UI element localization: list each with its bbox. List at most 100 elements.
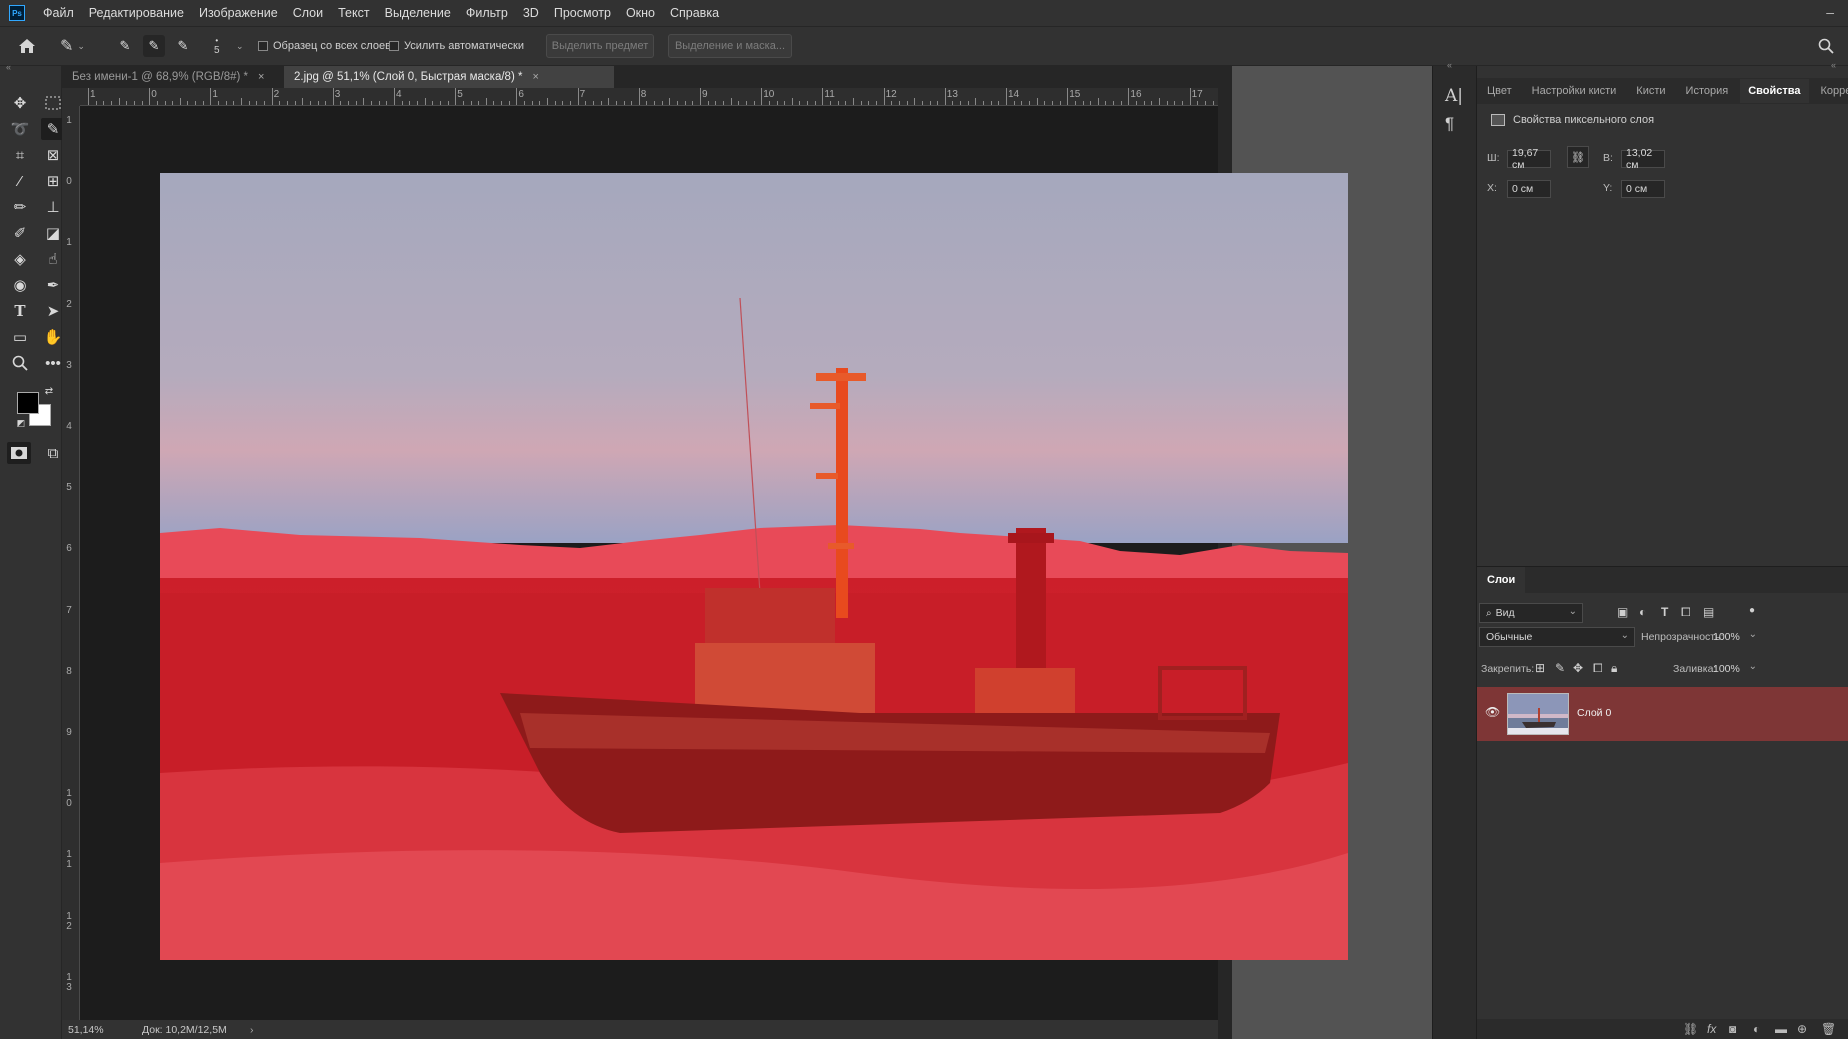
menu-text[interactable]: Текст [338,6,369,20]
history-brush-tool-icon[interactable]: ✐ [8,222,32,244]
y-label: Y: [1603,182,1613,194]
type-tool-icon[interactable]: T [8,300,32,322]
lock-image-pixels-icon[interactable]: ✎ [1555,661,1565,675]
menu-file[interactable]: Файл [43,6,74,20]
fill-field[interactable]: 100% ⌄ [1711,659,1757,679]
new-group-icon[interactable]: ▬ [1775,1022,1787,1036]
tab-brush-settings[interactable]: Настройки кисти [1532,85,1617,97]
ruler-tick [149,88,151,105]
paint-bucket-tool-icon[interactable]: ◈ [8,248,32,270]
ruler-minor-tick [179,98,181,105]
status-expand-icon[interactable]: › [250,1024,254,1036]
brush-size-caret-icon[interactable]: ⌄ [236,27,244,65]
layer-thumbnail[interactable] [1507,693,1569,735]
collapse-arrows-icon[interactable]: « [1831,60,1836,70]
tab-color[interactable]: Цвет [1487,85,1512,97]
lock-position-icon[interactable]: ✥ [1573,661,1583,675]
close-icon[interactable]: × [258,71,264,83]
close-icon[interactable]: × [532,71,538,83]
lock-artboard-icon[interactable]: ⧠ [1593,661,1603,676]
brush-tool-icon[interactable]: ✏ [8,196,32,218]
tab-2-jpg[interactable]: 2.jpg @ 51,1% (Слой 0, Быстрая маска/8) … [284,66,614,88]
paragraph-panel-icon[interactable]: ¶ [1445,114,1454,134]
layer-filter-select[interactable]: ⌕ Вид ⌄ [1479,603,1583,623]
select-and-mask-button[interactable]: Выделение и маска... [668,34,792,58]
chevron-down-icon[interactable]: ⌄ [1749,629,1757,640]
dodge-tool-icon[interactable]: ◉ [8,274,32,296]
quick-mask-mode-icon[interactable] [7,442,31,464]
menu-window[interactable]: Окно [626,6,655,20]
zoom-level[interactable]: 51,14% [68,1024,104,1036]
filter-pixel-icon[interactable]: ▣ [1617,605,1628,619]
menu-3d[interactable]: 3D [523,6,539,20]
blend-mode-select[interactable]: Обычные ⌄ [1479,627,1635,647]
brush-size-picker[interactable]: • 5 [214,27,220,65]
select-subject-button[interactable]: Выделить предмет [546,34,654,58]
ruler-minor-tick [1105,101,1107,105]
layer-row[interactable]: 👁︎ Слой 0 [1477,687,1848,741]
filter-adjustment-icon[interactable]: ◐ [1639,605,1646,619]
fx-icon[interactable]: fx [1707,1022,1716,1036]
collapse-arrows-icon[interactable]: « [1447,60,1452,70]
quick-selection-preset-icon[interactable]: ✎ ⌄ [60,27,85,65]
rectangle-tool-icon[interactable]: ▭ [8,326,32,348]
document-image-quick-mask[interactable] [160,173,1348,960]
default-colors-icon[interactable]: ◩ [14,416,28,430]
delete-layer-icon[interactable]: 🗑︎ [1821,1022,1836,1036]
horizontal-ruler[interactable]: 101234567891011121314151617181920 [80,88,1218,106]
lasso-tool-icon[interactable]: ➰ [8,118,32,140]
link-layers-icon[interactable]: ⛓ [1683,1022,1698,1036]
swap-colors-icon[interactable]: ⇄ [42,384,56,398]
ruler-label: 1 [212,89,218,100]
add-to-selection-brush-icon[interactable]: ✎ [143,35,165,57]
lock-transparent-pixels-icon[interactable]: ⊞ [1535,661,1545,675]
link-dimensions-icon[interactable]: ⛓ [1567,146,1589,168]
layer-name[interactable]: Слой 0 [1577,707,1611,719]
subtract-selection-brush-icon[interactable]: ✎ [172,35,194,57]
ruler-corner[interactable] [62,88,80,106]
menu-view[interactable]: Просмотр [554,6,611,20]
tab-untitled-1[interactable]: Без имени-1 @ 68,9% (RGB/8#) * × [62,66,277,88]
menu-layers[interactable]: Слои [293,6,323,20]
minimize-icon[interactable]: – [1826,4,1834,20]
y-field[interactable]: 0 см [1621,180,1665,198]
filter-type-icon[interactable]: T [1661,605,1668,619]
menu-edit[interactable]: Редактирование [89,6,184,20]
new-selection-brush-icon[interactable]: ✎ [114,35,136,57]
home-icon[interactable] [18,27,36,65]
new-layer-icon[interactable]: ⊕ [1797,1022,1807,1036]
lock-all-icon[interactable]: 🔒︎ [1611,661,1617,676]
photoshop-logo-icon[interactable]: Ps [9,5,25,21]
chevron-down-icon[interactable]: ⌄ [1749,661,1757,672]
tab-layers[interactable]: Слои [1477,567,1526,593]
filter-toggle-icon[interactable]: ● [1749,605,1755,616]
ruler-minor-tick [776,101,778,105]
foreground-color-swatch[interactable] [17,392,39,414]
width-field[interactable]: 19,67 см [1507,147,1551,171]
eye-visibility-icon[interactable]: 👁︎ [1485,705,1500,719]
menu-filter[interactable]: Фильтр [466,6,508,20]
add-mask-icon[interactable]: ◙ [1729,1022,1736,1036]
adjustment-layer-icon[interactable]: ◐ [1753,1022,1760,1036]
tab-properties[interactable]: Свойства [1740,79,1809,103]
opacity-field[interactable]: 100% ⌄ [1711,627,1757,647]
tab-brushes[interactable]: Кисти [1636,85,1665,97]
height-field[interactable]: 13,02 см [1621,147,1665,171]
filter-smart-object-icon[interactable]: ▤ [1703,605,1714,619]
menu-image[interactable]: Изображение [199,6,278,20]
character-panel-icon[interactable]: A| [1445,86,1463,106]
sample-all-layers-checkbox[interactable]: Образец со всех слоев [258,27,391,65]
eyedropper-tool-icon[interactable]: ⁄ [8,170,32,192]
crop-tool-icon[interactable]: ⌗ [8,144,32,166]
x-field[interactable]: 0 см [1507,180,1551,198]
filter-shape-icon[interactable]: ⧠ [1681,605,1691,620]
tab-history[interactable]: История [1686,85,1729,97]
move-tool-icon[interactable]: ✥ [8,92,32,114]
zoom-tool-icon[interactable] [8,352,32,374]
menu-select[interactable]: Выделение [385,6,451,20]
collapse-arrows-icon[interactable]: « [6,62,11,72]
menu-help[interactable]: Справка [670,6,719,20]
auto-enhance-checkbox[interactable]: Усилить автоматически [389,27,524,65]
vertical-ruler[interactable]: 1012345678910111213 [62,106,80,1020]
tab-adjustments[interactable]: Коррек [1821,85,1848,97]
